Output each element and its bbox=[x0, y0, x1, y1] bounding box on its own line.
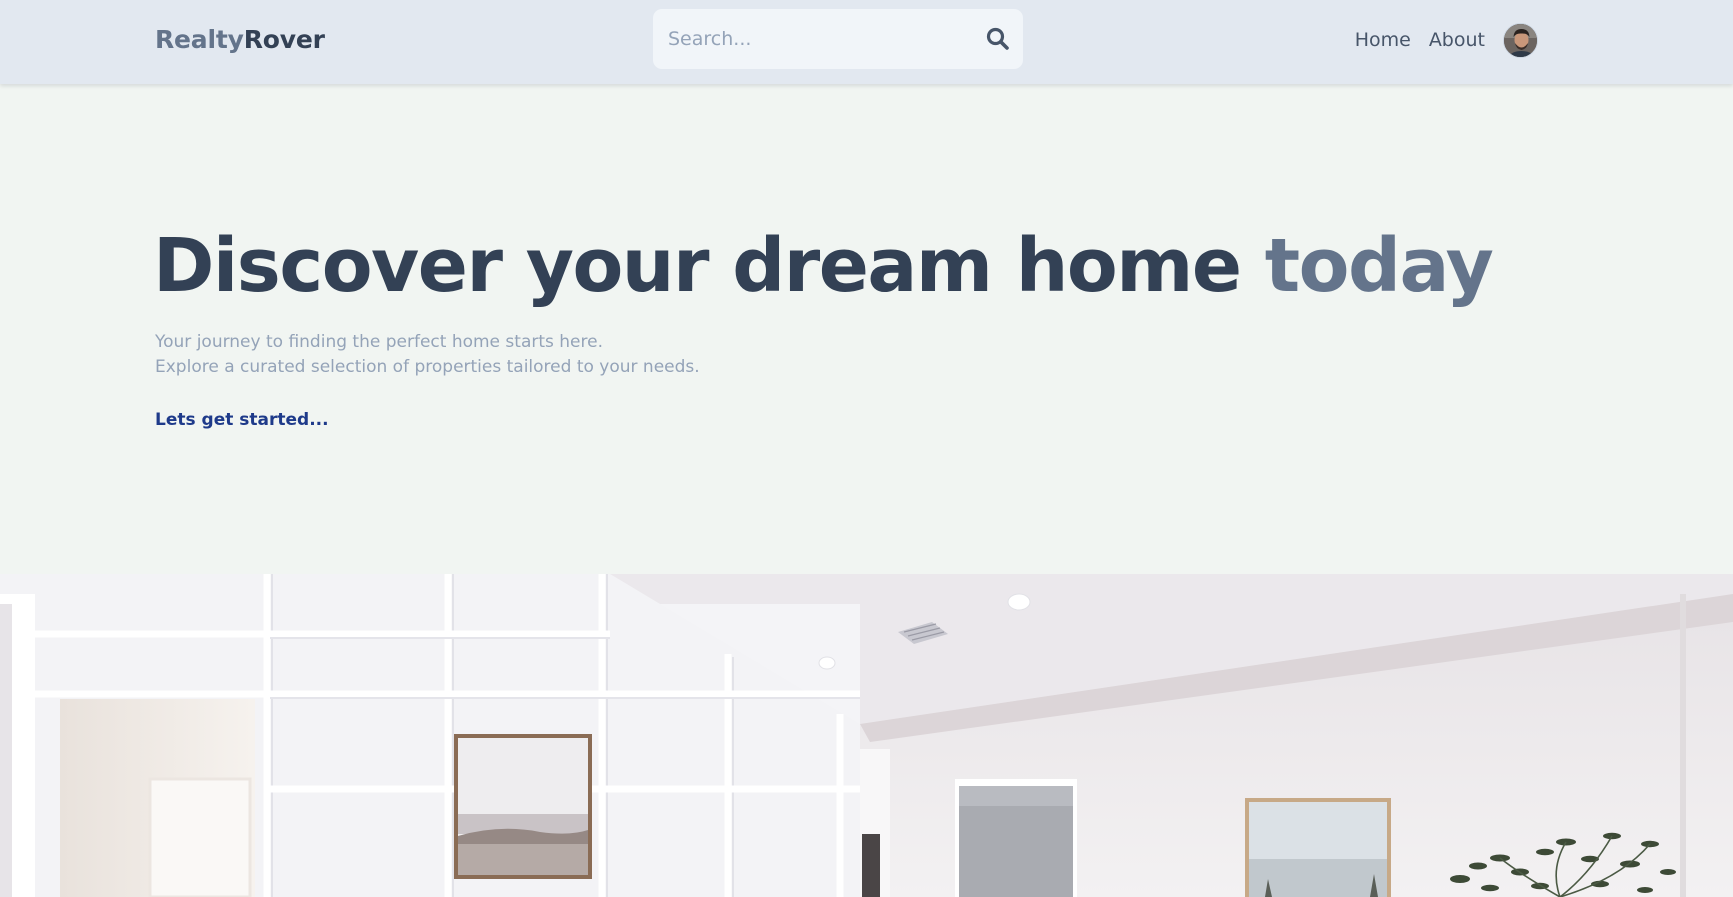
hero-interior-image bbox=[0, 574, 1733, 897]
hero-subtitle: Your journey to finding the perfect home… bbox=[155, 330, 700, 380]
hero-subtitle-line-1: Your journey to finding the perfect home… bbox=[155, 332, 603, 352]
search-bar bbox=[653, 9, 1023, 69]
hero-subtitle-line-2: Explore a curated selection of propertie… bbox=[155, 357, 700, 377]
nav-about-link[interactable]: About bbox=[1429, 22, 1485, 58]
search-icon[interactable] bbox=[985, 26, 1011, 52]
logo-part-rover: Rover bbox=[243, 25, 325, 54]
site-header: RealtyRover Home About bbox=[0, 0, 1733, 84]
nav-home-link[interactable]: Home bbox=[1355, 22, 1411, 58]
search-input[interactable] bbox=[653, 9, 973, 69]
hero-title: Discover your dream home today bbox=[153, 222, 1494, 310]
logo-part-realty: Realty bbox=[155, 25, 244, 54]
hero-title-main: Discover your dream home bbox=[153, 223, 1242, 309]
get-started-link[interactable]: Lets get started... bbox=[155, 410, 329, 430]
logo[interactable]: RealtyRover bbox=[155, 25, 325, 55]
main-nav: Home About bbox=[1355, 22, 1538, 58]
hero-title-accent: today bbox=[1264, 223, 1494, 309]
user-avatar[interactable] bbox=[1503, 22, 1538, 58]
